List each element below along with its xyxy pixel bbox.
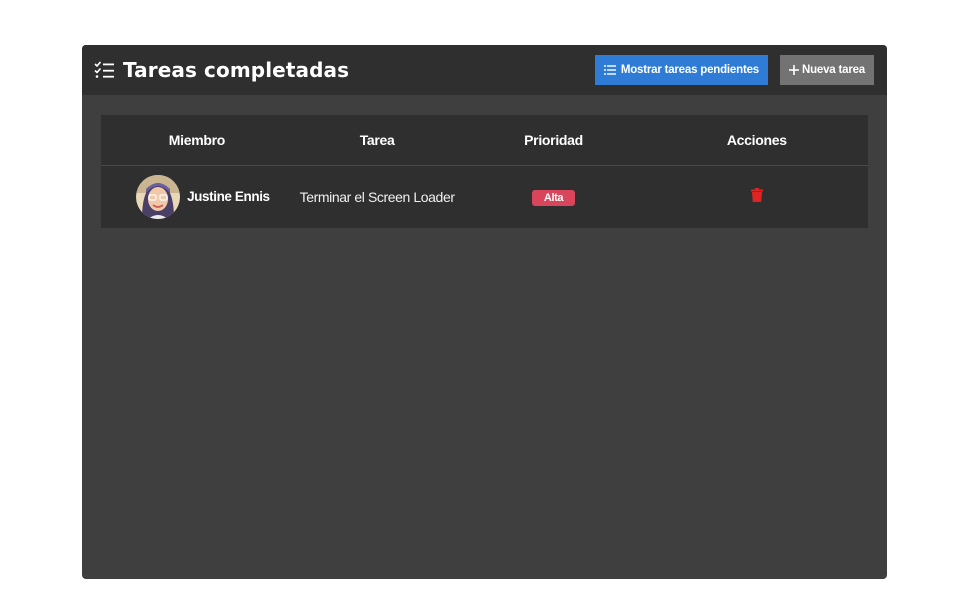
list-icon — [603, 65, 616, 75]
column-header-priority: Prioridad — [461, 115, 646, 166]
header-actions: Mostrar tareas pendientes Nueva tarea — [594, 55, 874, 85]
new-task-label: Nueva tarea — [801, 64, 865, 76]
page-title: Tareas completadas — [123, 58, 350, 82]
column-header-task: Tarea — [292, 115, 462, 166]
panel-header: Tareas completadas Mostrar tareas pendie… — [82, 45, 887, 95]
actions-cell — [645, 165, 868, 228]
new-task-button[interactable]: Nueva tarea — [779, 55, 874, 85]
show-pending-tasks-button[interactable]: Mostrar tareas pendientes — [594, 55, 768, 85]
show-pending-tasks-label: Mostrar tareas pendientes — [620, 64, 759, 76]
task-cell: Terminar el Screen Loader — [292, 165, 462, 228]
member-cell: Justine Ennis — [101, 165, 293, 228]
priority-badge: Alta — [531, 189, 576, 206]
column-header-member: Miembro — [101, 115, 293, 166]
priority-cell: Alta — [461, 165, 646, 228]
completed-tasks-panel: Tareas completadas Mostrar tareas pendie… — [82, 45, 887, 579]
member-info: Justine Ennis — [113, 174, 293, 219]
column-header-actions: Acciones — [645, 115, 868, 166]
trash-icon[interactable] — [750, 188, 763, 203]
plus-icon — [788, 65, 799, 75]
tasks-table: Miembro Tarea Prioridad Acciones Justine… — [101, 115, 868, 228]
table-row: Justine Ennis Terminar el Screen Loader … — [101, 165, 868, 228]
tasks-table-container: Miembro Tarea Prioridad Acciones Justine… — [101, 115, 868, 228]
task-list-check-icon — [94, 61, 114, 79]
avatar — [136, 174, 181, 219]
table-header-row: Miembro Tarea Prioridad Acciones — [101, 115, 868, 166]
member-name: Justine Ennis — [187, 189, 270, 205]
